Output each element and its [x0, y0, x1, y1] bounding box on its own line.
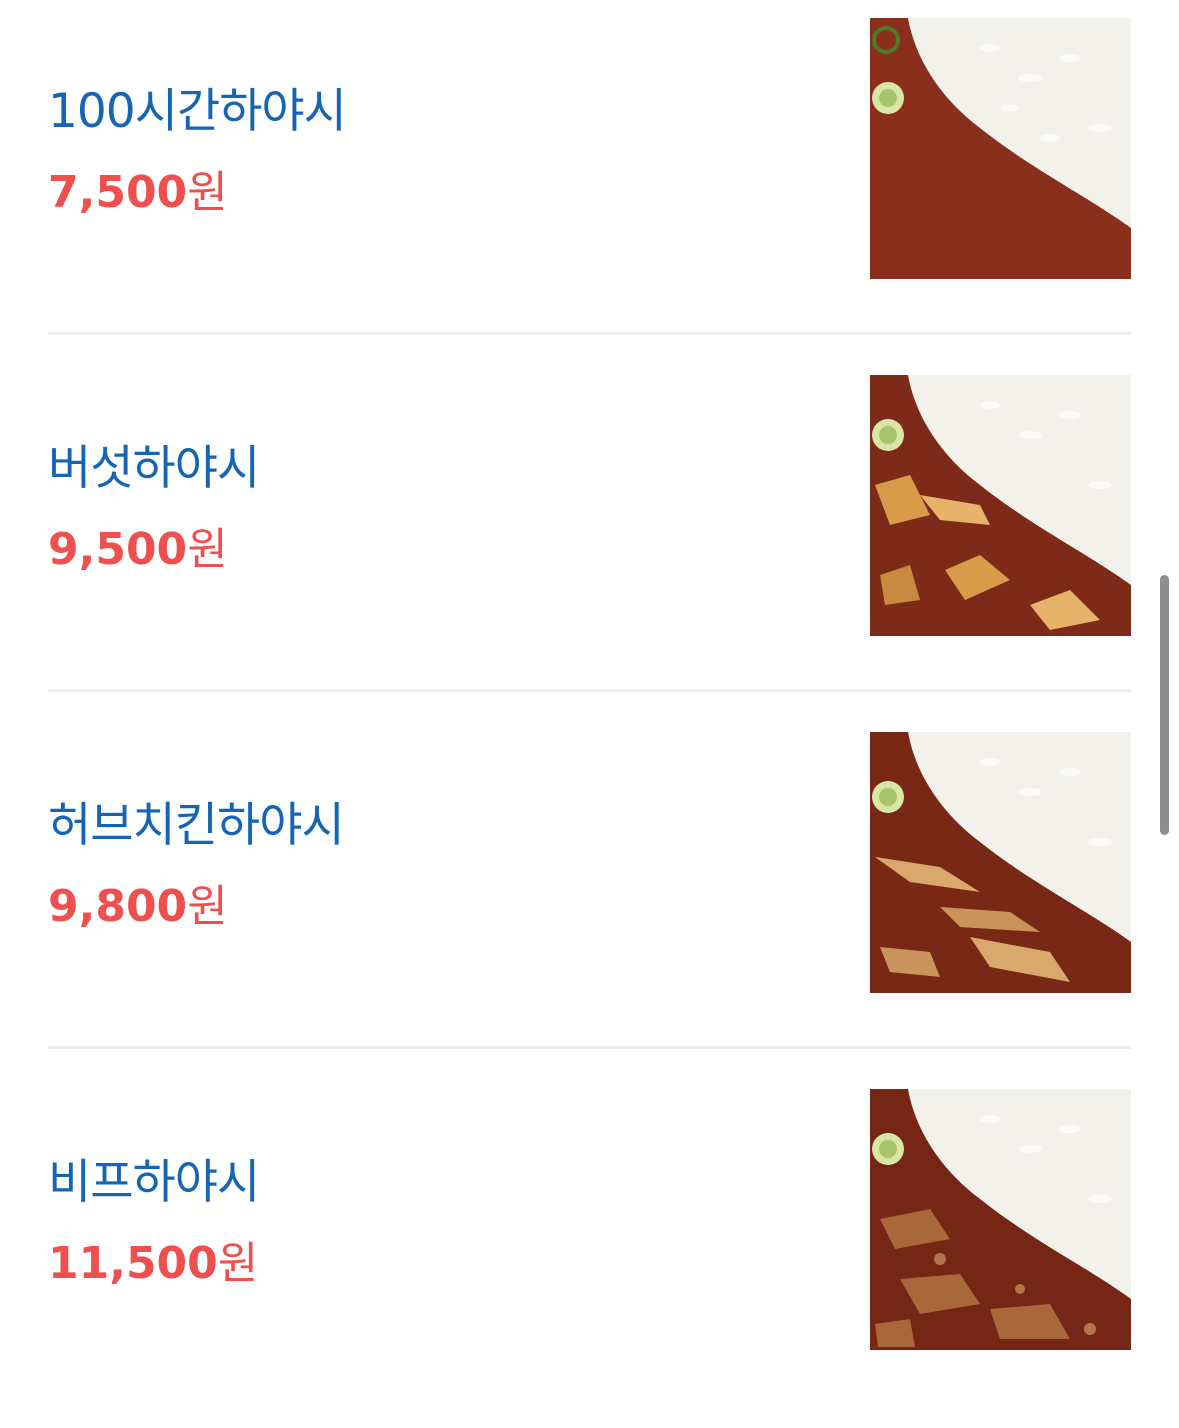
- menu-item-price: 9,800원: [48, 881, 228, 932]
- menu-item-photo: [870, 1089, 1131, 1350]
- menu-item-beef-hayashi[interactable]: 비프하야시 11,500원: [48, 1071, 1131, 1428]
- menu-item-herb-chicken-hayashi[interactable]: 허브치킨하야시 9,800원: [48, 714, 1131, 1071]
- divider: [48, 1046, 1131, 1049]
- menu-item-name: 100시간하야시: [48, 84, 347, 139]
- scrollbar[interactable]: [1160, 575, 1169, 835]
- menu-item-photo: [870, 18, 1131, 279]
- menu-item-price: 11,500원: [48, 1238, 259, 1289]
- divider: [48, 332, 1131, 335]
- menu-item-name: 비프하야시: [48, 1155, 260, 1210]
- menu-item-mushroom-hayashi[interactable]: 버섯하야시 9,500원: [48, 357, 1131, 714]
- divider: [48, 689, 1131, 692]
- menu-item-name: 버섯하야시: [48, 441, 260, 496]
- menu-item-price: 7,500원: [48, 167, 228, 218]
- menu-item-photo: [870, 732, 1131, 993]
- menu-item-name: 허브치킨하야시: [48, 798, 345, 853]
- menu-item-price: 9,500원: [48, 524, 228, 575]
- menu-item-100-hour-hayashi[interactable]: 100시간하야시 7,500원: [48, 0, 1131, 357]
- menu-item-photo: [870, 375, 1131, 636]
